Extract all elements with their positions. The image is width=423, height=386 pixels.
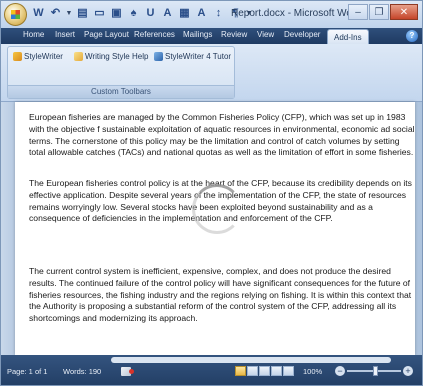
format-icon[interactable]: ♠ <box>126 6 141 21</box>
view-buttons <box>235 366 294 376</box>
tutor-icon <box>154 52 163 61</box>
quick-access-toolbar: W ↶ ▼ ▤ ▭ ▣ ♠ U A ▦ A ↕ ¶ ▼ <box>31 6 253 24</box>
maximize-icon[interactable]: ❐ <box>369 4 389 20</box>
writing-style-help-label: Writing Style Help <box>85 52 149 61</box>
close-icon[interactable]: ✕ <box>390 4 418 20</box>
zoom-out-icon[interactable]: − <box>335 366 345 376</box>
print-layout-icon[interactable] <box>235 366 246 376</box>
undo-icon[interactable]: ↶ <box>48 6 63 21</box>
window-title: Report.docx - Microsoft Word <box>231 8 361 19</box>
paragraph-3[interactable]: The current control system is inefficien… <box>29 266 415 325</box>
proofing-icon[interactable] <box>121 367 134 376</box>
sort-icon[interactable]: ↕ <box>211 6 226 21</box>
tab-review[interactable]: Review <box>221 30 247 39</box>
document-area: European fisheries are managed by the Co… <box>1 102 422 355</box>
document-page[interactable]: European fisheries are managed by the Co… <box>15 102 415 355</box>
pen-icon <box>13 52 22 61</box>
underline-icon[interactable]: U <box>143 6 158 21</box>
minimize-icon[interactable]: – <box>348 4 368 20</box>
tab-developer[interactable]: Developer <box>284 30 320 39</box>
draft-icon[interactable] <box>283 366 294 376</box>
font-size-icon[interactable]: A <box>194 6 209 21</box>
page-count[interactable]: Page: 1 of 1 <box>7 367 47 376</box>
word-window: W ↶ ▼ ▤ ▭ ▣ ♠ U A ▦ A ↕ ¶ ▼ Report.docx … <box>0 0 423 386</box>
outline-icon[interactable] <box>271 366 282 376</box>
horizontal-scrollbar[interactable] <box>111 357 391 363</box>
full-screen-reading-icon[interactable] <box>247 366 258 376</box>
office-button[interactable] <box>4 3 27 26</box>
vertical-ruler <box>1 102 15 355</box>
stylewriter-tutor-label: StyleWriter 4 Tutor <box>165 52 232 61</box>
tab-page-layout[interactable]: Page Layout <box>84 30 129 39</box>
busy-spinner-icon <box>192 184 242 234</box>
undo-dropdown-icon[interactable]: ▼ <box>65 6 73 21</box>
ribbon-tabs: Home Insert Page Layout References Maili… <box>1 28 422 44</box>
save-icon[interactable]: ▣ <box>109 6 124 21</box>
help-icon[interactable]: ? <box>406 30 418 42</box>
stylewriter-label: StyleWriter <box>24 52 63 61</box>
stylewriter-tutor-button[interactable]: StyleWriter 4 Tutor <box>154 50 231 63</box>
window-controls: – ❐ ✕ <box>348 4 418 20</box>
web-layout-icon[interactable] <box>259 366 270 376</box>
custom-toolbars-group: StyleWriter Writing Style Help StyleWrit… <box>7 46 235 99</box>
tab-insert[interactable]: Insert <box>55 30 75 39</box>
stylewriter-button[interactable]: StyleWriter <box>13 50 63 63</box>
font-icon[interactable]: A <box>160 6 175 21</box>
title-bar: W ↶ ▼ ▤ ▭ ▣ ♠ U A ▦ A ↕ ¶ ▼ Report.docx … <box>1 1 422 28</box>
open-icon[interactable]: ▭ <box>92 6 107 21</box>
writing-style-help-button[interactable]: Writing Style Help <box>74 50 148 63</box>
table-icon[interactable]: ▦ <box>177 6 192 21</box>
paragraph-1[interactable]: European fisheries are managed by the Co… <box>29 112 415 159</box>
tab-home[interactable]: Home <box>23 30 44 39</box>
zoom-level[interactable]: 100% <box>303 367 322 376</box>
help-book-icon <box>74 52 83 61</box>
tab-references[interactable]: References <box>134 30 175 39</box>
group-label: Custom Toolbars <box>8 85 234 98</box>
tab-view[interactable]: View <box>257 30 274 39</box>
tab-add-ins[interactable]: Add-Ins <box>327 29 369 44</box>
zoom-slider-thumb[interactable] <box>373 366 378 376</box>
status-bar: Page: 1 of 1 Words: 190 100% − + <box>1 355 422 385</box>
word-count[interactable]: Words: 190 <box>63 367 101 376</box>
new-icon[interactable]: ▤ <box>75 6 90 21</box>
ribbon: StyleWriter Writing Style Help StyleWrit… <box>1 44 422 102</box>
word-icon: W <box>33 7 44 19</box>
zoom-in-icon[interactable]: + <box>403 366 413 376</box>
tab-mailings[interactable]: Mailings <box>183 30 212 39</box>
